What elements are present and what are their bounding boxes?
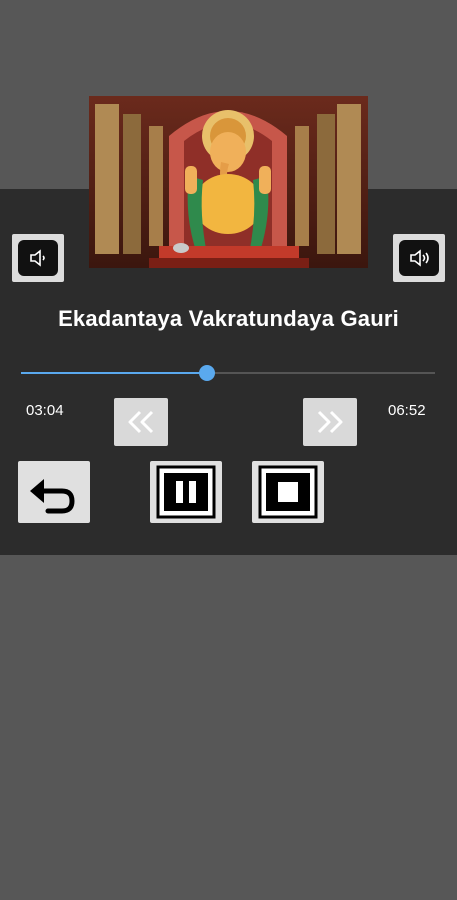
stop-icon bbox=[258, 465, 318, 519]
volume-up-button[interactable] bbox=[393, 234, 445, 282]
double-chevron-right-icon bbox=[317, 410, 343, 434]
seek-bar[interactable] bbox=[21, 365, 435, 381]
pause-icon bbox=[156, 465, 216, 519]
double-chevron-left-icon bbox=[128, 410, 154, 434]
pause-button[interactable] bbox=[150, 461, 222, 523]
rewind-button[interactable] bbox=[114, 398, 168, 446]
speaker-icon bbox=[410, 249, 429, 267]
album-artwork bbox=[89, 96, 368, 268]
back-button[interactable] bbox=[18, 461, 90, 523]
seek-bar-progress bbox=[21, 372, 208, 374]
speaker-icon bbox=[30, 249, 45, 267]
undo-arrow-icon bbox=[30, 479, 75, 514]
current-time: 03:04 bbox=[26, 402, 64, 419]
song-title: Ekadantaya Vakratundaya Gauri bbox=[58, 306, 399, 331]
fast-forward-button[interactable] bbox=[303, 398, 357, 446]
total-time: 06:52 bbox=[388, 402, 426, 419]
stop-button[interactable] bbox=[252, 461, 324, 523]
volume-down-button[interactable] bbox=[12, 234, 64, 282]
